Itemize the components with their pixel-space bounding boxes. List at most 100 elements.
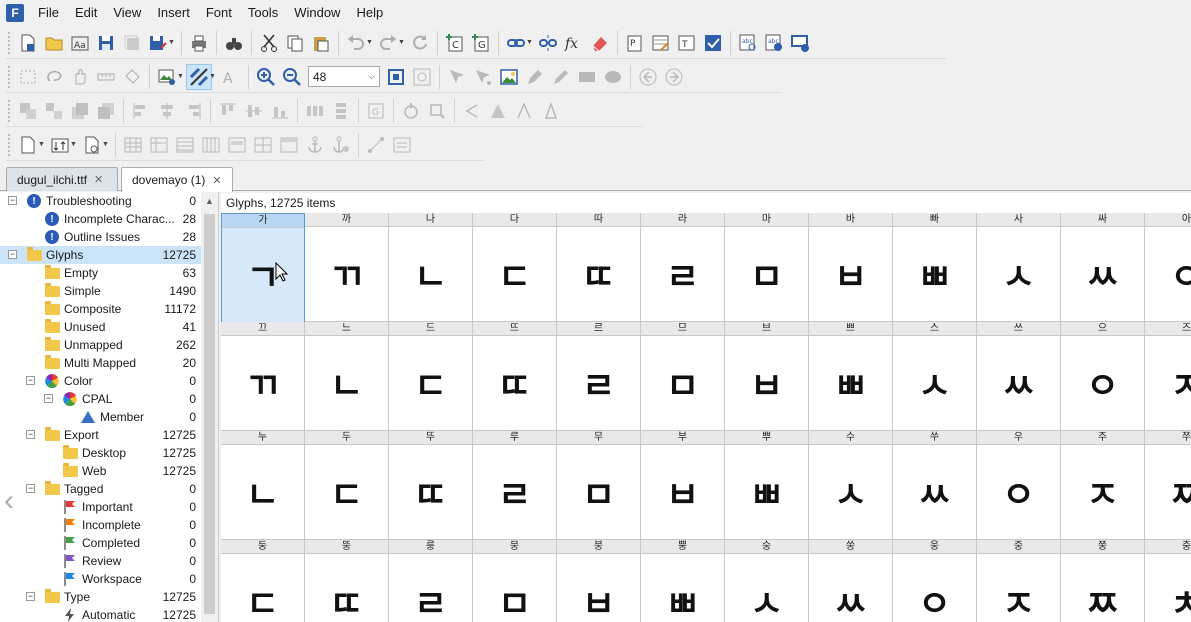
insert-table-icon[interactable]	[146, 132, 172, 158]
save-icon[interactable]	[93, 30, 119, 56]
tree-item[interactable]: Web 12725	[0, 462, 202, 480]
font-properties-icon[interactable]: P	[622, 30, 648, 56]
toolbar-grip[interactable]	[8, 65, 11, 88]
menu-view[interactable]: View	[105, 0, 149, 26]
open-folder-icon[interactable]	[41, 30, 67, 56]
glyph-cell[interactable]: 뚱ㄸ	[305, 540, 389, 622]
reverse-contour-icon[interactable]	[424, 98, 450, 124]
tree-item[interactable]: Composite 11172	[0, 300, 202, 318]
tree-item[interactable]: Multi Mapped 20	[0, 354, 202, 372]
slant-icon[interactable]	[511, 98, 537, 124]
glyph-cell[interactable]: 쑹ㅆ	[809, 540, 893, 622]
paste-icon[interactable]	[308, 30, 334, 56]
collapse-toggle-icon[interactable]: −	[26, 484, 35, 493]
menu-edit[interactable]: Edit	[67, 0, 105, 26]
send-back-icon[interactable]	[93, 98, 119, 124]
spellcheck-web-icon[interactable]: abc	[761, 30, 787, 56]
previous-arrow-icon[interactable]	[635, 64, 661, 90]
triangle-shape-icon[interactable]	[485, 98, 511, 124]
redo-icon[interactable]	[375, 30, 401, 56]
glyph-cell[interactable]: 따ㄸ	[557, 213, 641, 322]
glyph-cell[interactable]: 룽ㄹ	[389, 540, 473, 622]
select-rectangle-icon[interactable]	[15, 64, 41, 90]
glyph-cell[interactable]: 나ㄴ	[389, 213, 473, 322]
table-format-icon[interactable]	[276, 132, 302, 158]
edit-table-icon[interactable]	[648, 30, 674, 56]
glyph-component-icon[interactable]: G	[363, 98, 389, 124]
scroll-up-arrow-icon[interactable]: ▲	[201, 192, 218, 209]
ungroup-icon[interactable]	[41, 98, 67, 124]
tree-item[interactable]: − CPAL 0	[0, 390, 202, 408]
glyph-text-icon[interactable]: T	[674, 30, 700, 56]
glyph-cell[interactable]: 즈ㅈ	[1145, 322, 1191, 431]
tree-item[interactable]: Workspace 0	[0, 570, 202, 588]
menu-help[interactable]: Help	[348, 0, 391, 26]
undo-icon[interactable]	[343, 30, 369, 56]
group-icon[interactable]	[15, 98, 41, 124]
page-search-dropdown-icon[interactable]: ▼	[102, 141, 109, 148]
glyph-cell[interactable]: 사ㅅ	[977, 213, 1061, 322]
node-properties-icon[interactable]	[389, 132, 415, 158]
pointer-icon[interactable]	[444, 64, 470, 90]
table-split-icon[interactable]	[250, 132, 276, 158]
menu-tools[interactable]: Tools	[240, 0, 286, 26]
next-arrow-icon[interactable]	[661, 64, 687, 90]
node-path-icon[interactable]	[363, 132, 389, 158]
anchor-settings-icon[interactable]	[328, 132, 354, 158]
glyph-cell[interactable]: 붕ㅂ	[557, 540, 641, 622]
toolbar-grip[interactable]	[8, 99, 11, 122]
zoom-selection-icon[interactable]	[409, 64, 435, 90]
fit-to-window-icon[interactable]	[383, 64, 409, 90]
sort-order-dropdown-icon[interactable]: ▼	[70, 141, 77, 148]
new-page-dropdown-icon[interactable]: ▼	[38, 141, 45, 148]
glyph-cell[interactable]: 브ㅂ	[725, 322, 809, 431]
align-left-icon[interactable]	[128, 98, 154, 124]
cut-icon[interactable]	[256, 30, 282, 56]
pencil-icon[interactable]	[548, 64, 574, 90]
tree-item[interactable]: Important 0	[0, 498, 202, 516]
tree-item[interactable]: Review 0	[0, 552, 202, 570]
align-center-icon[interactable]	[154, 98, 180, 124]
tree-item[interactable]: Member 0	[0, 408, 202, 426]
glyph-cell[interactable]: 쑤ㅆ	[893, 431, 977, 540]
toolbar-grip[interactable]	[8, 133, 11, 156]
glyph-cell[interactable]: 두ㄷ	[305, 431, 389, 540]
zoom-level-select[interactable]: 48 ⌵	[308, 66, 380, 87]
zoom-out-icon[interactable]	[279, 64, 305, 90]
tree-item[interactable]: − Type 12725	[0, 588, 202, 606]
collapse-toggle-icon[interactable]: −	[26, 376, 35, 385]
ellipse-shape-icon[interactable]	[600, 64, 626, 90]
glyph-cell[interactable]: 뜨ㄸ	[473, 322, 557, 431]
rectangle-shape-icon[interactable]	[574, 64, 600, 90]
glyph-cell[interactable]: 느ㄴ	[305, 322, 389, 431]
insert-image-icon[interactable]	[496, 64, 522, 90]
tree-item[interactable]: Unused 41	[0, 318, 202, 336]
hand-pan-icon[interactable]	[67, 64, 93, 90]
glyph-cell[interactable]: 가ㄱ	[221, 213, 305, 322]
align-bottom-icon[interactable]	[267, 98, 293, 124]
bring-front-icon[interactable]	[67, 98, 93, 124]
eraser-icon[interactable]	[587, 30, 613, 56]
glyph-cell[interactable]: 뭉ㅁ	[473, 540, 557, 622]
rotate-icon[interactable]	[398, 98, 424, 124]
distribute-vertical-icon[interactable]	[328, 98, 354, 124]
collapse-panel-chevron-icon[interactable]: ‹	[4, 484, 14, 518]
save-as-dropdown-icon[interactable]: ▼	[168, 39, 175, 46]
menu-font[interactable]: Font	[198, 0, 240, 26]
save-all-icon[interactable]	[119, 30, 145, 56]
add-to-display-icon[interactable]	[787, 30, 813, 56]
glyph-cell[interactable]: 끄ㄲ	[221, 322, 305, 431]
lasso-icon[interactable]	[41, 64, 67, 90]
fill-outline-dropdown-icon[interactable]: ▼	[209, 73, 216, 80]
glyph-cell[interactable]: 누ㄴ	[221, 431, 305, 540]
glyph-cell[interactable]: 다ㄷ	[473, 213, 557, 322]
zoom-in-icon[interactable]	[253, 64, 279, 90]
spellcheck-icon[interactable]: abc	[735, 30, 761, 56]
table-columns-icon[interactable]	[198, 132, 224, 158]
tab-dovemayo[interactable]: dovemayo (1) ✕	[121, 167, 233, 192]
find-binoculars-icon[interactable]	[221, 30, 247, 56]
glyph-cell[interactable]: 싸ㅆ	[1061, 213, 1145, 322]
tree-item[interactable]: Desktop 12725	[0, 444, 202, 462]
distribute-horizontal-icon[interactable]	[302, 98, 328, 124]
menu-file[interactable]: File	[30, 0, 67, 26]
